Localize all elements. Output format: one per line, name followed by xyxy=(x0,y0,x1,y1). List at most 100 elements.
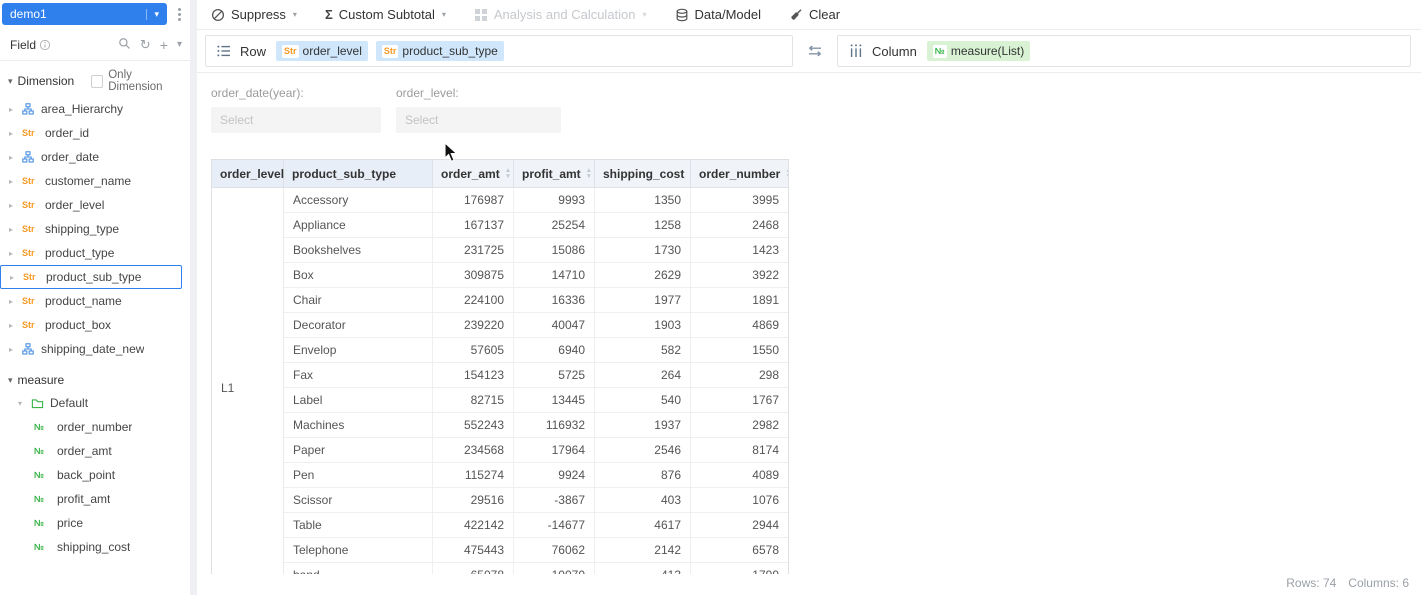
column-chips: № measure(List) xyxy=(926,41,1031,61)
sidebar-item-product_type[interactable]: ▸ Str product_type xyxy=(0,241,190,265)
measure-item-shipping_cost[interactable]: № shipping_cost xyxy=(0,535,190,559)
hierarchy-icon xyxy=(22,103,35,115)
number-type-icon: № xyxy=(34,422,45,432)
expand-caret-icon[interactable]: ▸ xyxy=(9,105,16,114)
table-row: Appliance 167137 25254 1258 2468 xyxy=(284,213,788,238)
column-header-product_sub_type: product_sub_type xyxy=(284,160,433,188)
cell-product-sub-type: Chair xyxy=(284,288,433,313)
field-type-badge: Str xyxy=(381,44,399,58)
cell-product-sub-type: Appliance xyxy=(284,213,433,238)
chip-label: measure(List) xyxy=(950,44,1025,58)
toolbar-clear-button[interactable]: Clear xyxy=(789,7,840,22)
cell-value: 3995 xyxy=(691,188,788,213)
number-type-icon: № xyxy=(34,518,45,528)
info-icon xyxy=(39,39,51,51)
sort-icon[interactable]: ▲▼ xyxy=(581,168,592,179)
toolbar-custom-subtotal-button[interactable]: Σ Custom Subtotal ▾ xyxy=(325,7,446,22)
measure-item-profit_amt[interactable]: № profit_amt xyxy=(0,487,190,511)
shelf-chip-measure-list-[interactable]: № measure(List) xyxy=(926,41,1031,61)
column-header-order_number[interactable]: order_number▲▼ xyxy=(691,160,788,188)
dimension-section-header[interactable]: ▾ Dimension Only Dimension xyxy=(0,61,190,97)
table-header-row: order_level product_sub_type order_amt ▲ ▼ pr… xyxy=(212,160,788,188)
collapse-caret-icon[interactable]: ▾ xyxy=(8,76,13,87)
filter-select[interactable]: Select xyxy=(211,107,381,133)
measure-item-back_point[interactable]: № back_point xyxy=(0,463,190,487)
expand-caret-icon[interactable]: ▸ xyxy=(9,225,16,234)
content-area: order_date(year): Select order_level: Selec… xyxy=(197,73,1421,595)
expand-caret-icon[interactable]: ▸ xyxy=(9,201,16,210)
expand-caret-icon[interactable]: ▸ xyxy=(9,177,16,186)
add-field-icon[interactable]: + xyxy=(160,38,168,52)
expand-caret-icon[interactable]: ▸ xyxy=(9,321,16,330)
folder-name: Default xyxy=(50,396,89,410)
sidebar-item-product_sub_type[interactable]: ▸ Str product_sub_type xyxy=(0,265,182,289)
filter-block: order_level: Select xyxy=(396,86,561,133)
column-shelf-icon xyxy=(848,43,864,59)
measure-item-price[interactable]: № price xyxy=(0,511,190,535)
cell-value: 298 xyxy=(691,363,788,388)
sort-icon[interactable]: ▲▼ xyxy=(500,168,511,179)
table-row: Box 309875 14710 2629 3922 xyxy=(284,263,788,288)
dimension-section-label: Dimension xyxy=(17,74,75,88)
main-area: Suppress ▾ Σ Custom Subtotal ▾ Analysis and C… xyxy=(197,0,1421,595)
sidebar-item-shipping_type[interactable]: ▸ Str shipping_type xyxy=(0,217,190,241)
shelf-chip-order-level[interactable]: Str order_level xyxy=(276,41,368,61)
toolbar-label: Analysis and Calculation xyxy=(493,7,636,22)
toolbar-suppress-button[interactable]: Suppress ▾ xyxy=(211,7,297,22)
measure-item-order_amt[interactable]: № order_amt xyxy=(0,439,190,463)
search-icon[interactable] xyxy=(118,37,131,52)
expand-caret-icon[interactable]: ▸ xyxy=(10,273,17,282)
sidebar-item-product_name[interactable]: ▸ Str product_name xyxy=(0,289,190,313)
measure-section-header[interactable]: ▾ measure xyxy=(0,361,190,391)
kebab-menu-icon[interactable] xyxy=(172,7,186,21)
column-header-order_amt[interactable]: order_amt ▲ ▼ xyxy=(433,160,514,188)
expand-caret-icon[interactable]: ▸ xyxy=(9,249,16,258)
column-header-shipping_cost[interactable]: shipping_cost▲▼ xyxy=(595,160,696,188)
only-dimension-checkbox[interactable] xyxy=(91,74,104,88)
field-name: product_type xyxy=(45,246,115,260)
cell-value: 2629 xyxy=(595,263,691,288)
cell-value: 1350 xyxy=(595,188,691,213)
custom-subtotal-icon: Σ xyxy=(324,7,333,22)
table-row: Machines 552243 116932 1937 2982 xyxy=(284,413,788,438)
table-row: Fax 154123 5725 264 298 xyxy=(284,363,788,388)
expand-caret-icon[interactable]: ▸ xyxy=(9,153,16,162)
refresh-icon[interactable]: ↻ xyxy=(140,38,151,51)
sidebar-item-customer_name[interactable]: ▸ Str customer_name xyxy=(0,169,190,193)
cell-value: 6940 xyxy=(514,338,595,363)
sidebar-item-order_date[interactable]: ▸ order_date xyxy=(0,145,190,169)
toolbar-label: Suppress xyxy=(231,7,286,22)
swap-axes-button[interactable] xyxy=(802,44,828,58)
cell-value: 17964 xyxy=(514,438,595,463)
measure-folder-default[interactable]: ▾ Default xyxy=(0,391,190,415)
expand-caret-icon[interactable]: ▸ xyxy=(9,297,16,306)
sidebar-item-shipping_date_new[interactable]: ▸ shipping_date_new xyxy=(0,337,190,361)
sidebar-item-order_level[interactable]: ▸ Str order_level xyxy=(0,193,190,217)
expand-caret-icon[interactable]: ▾ xyxy=(18,399,25,408)
sidebar-item-product_box[interactable]: ▸ Str product_box xyxy=(0,313,190,337)
sidebar-item-area_Hierarchy[interactable]: ▸ area_Hierarchy xyxy=(0,97,190,121)
cell-value: 239220 xyxy=(433,313,514,338)
field-name: area_Hierarchy xyxy=(41,102,124,116)
cell-value: 231725 xyxy=(433,238,514,263)
sort-icon[interactable]: ▲▼ xyxy=(780,168,788,179)
number-type-icon: № xyxy=(34,446,45,456)
string-type-icon: Str xyxy=(22,320,35,330)
sort-desc-icon: ▼ xyxy=(585,172,593,180)
expand-caret-icon[interactable]: ▸ xyxy=(9,129,16,138)
expand-caret-icon[interactable]: ▸ xyxy=(9,345,16,354)
measure-item-order_number[interactable]: № order_number xyxy=(0,415,190,439)
field-name: shipping_date_new xyxy=(41,342,145,356)
shelf-chip-product-sub-type[interactable]: Str product_sub_type xyxy=(375,41,504,61)
column-header-profit_amt[interactable]: profit_amt ▲ ▼ xyxy=(514,160,595,188)
filter-select[interactable]: Select xyxy=(396,107,561,133)
cell-value: 25254 xyxy=(514,213,595,238)
filters-row: order_date(year): Select order_level: Selec… xyxy=(197,73,1421,133)
sidebar-item-order_id[interactable]: ▸ Str order_id xyxy=(0,121,190,145)
collapse-caret-icon[interactable]: ▾ xyxy=(8,375,13,386)
dataset-selector[interactable]: demo1 ▾ xyxy=(2,3,167,25)
cell-value: 13445 xyxy=(514,388,595,413)
cell-product-sub-type: Scissor xyxy=(284,488,433,513)
chevron-down-icon[interactable]: ▾ xyxy=(177,39,182,50)
toolbar-data-model-button[interactable]: Data/Model xyxy=(675,7,761,22)
